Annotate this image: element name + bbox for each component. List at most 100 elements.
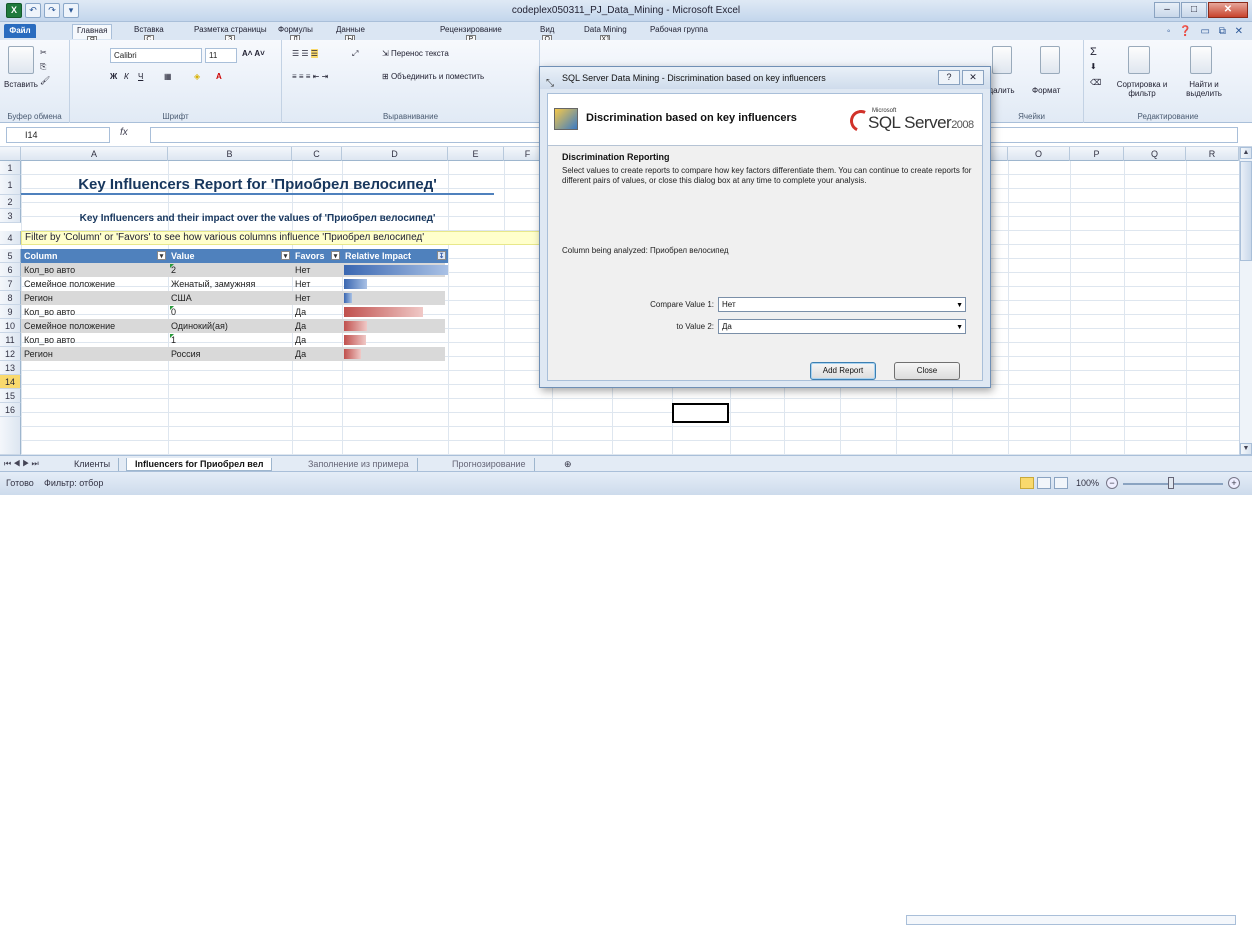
vertical-scrollbar[interactable]: ▲ ▼ — [1239, 147, 1252, 455]
paste-button[interactable]: Вставить — [4, 80, 38, 89]
cell-column[interactable]: Регион — [21, 291, 168, 305]
page-break-view-icon[interactable] — [1054, 477, 1068, 489]
insert-sheet-icon[interactable]: ⊕ — [556, 458, 580, 471]
cell-value[interactable]: 1 — [168, 333, 292, 347]
row-header[interactable]: 16 — [0, 403, 21, 417]
cell-value[interactable]: Женатый, замужняя — [168, 277, 292, 291]
bold-icon[interactable]: Ж — [110, 72, 117, 81]
font-name-select[interactable]: Calibri — [110, 48, 202, 63]
row-header[interactable]: 3 — [0, 209, 21, 223]
find-select-button[interactable]: Найти и выделить — [1176, 80, 1232, 98]
insert-function-icon[interactable]: fx — [120, 127, 128, 138]
row-header[interactable]: 5 — [0, 249, 21, 263]
format-button[interactable]: Формат — [1032, 86, 1060, 95]
scroll-up-icon[interactable]: ▲ — [1240, 147, 1252, 159]
column-header[interactable]: D — [342, 147, 448, 161]
cut-icon[interactable]: ✂ — [40, 48, 47, 57]
cell-favors[interactable]: Да — [292, 347, 342, 361]
column-header[interactable]: A — [21, 147, 168, 161]
row-header[interactable]: 1 — [0, 175, 21, 195]
cell-favors[interactable]: Да — [292, 319, 342, 333]
column-header[interactable]: O — [1008, 147, 1070, 161]
column-header[interactable]: E — [448, 147, 504, 161]
merge-center-button[interactable]: ⊞ Объединить и поместить — [382, 72, 484, 81]
fill-color-icon[interactable]: ◈ — [194, 72, 200, 81]
tab-file[interactable]: Файл — [4, 24, 36, 38]
font-size-select[interactable]: 11 — [205, 48, 237, 63]
row-header[interactable]: 1 — [0, 161, 21, 175]
fill-icon[interactable]: ⬇ — [1090, 62, 1097, 71]
select-all-button[interactable] — [0, 147, 21, 161]
cell-favors[interactable]: Да — [292, 305, 342, 319]
sort-descending-icon[interactable]: ↧ — [437, 251, 446, 260]
column-header[interactable]: P — [1070, 147, 1124, 161]
cell-favors[interactable]: Нет — [292, 277, 342, 291]
normal-view-icon[interactable] — [1020, 477, 1034, 489]
align-top-icon[interactable]: ☰ ☰ ☰ — [292, 49, 318, 58]
grow-font-icon[interactable]: A˄ A˅ — [242, 49, 265, 58]
borders-icon[interactable]: ▦ — [164, 72, 172, 81]
copy-icon[interactable]: ⎘ — [40, 62, 46, 72]
row-header[interactable]: 2 — [0, 195, 21, 209]
close-button[interactable]: Close — [894, 362, 960, 380]
close-window-button[interactable]: ✕ — [1208, 2, 1248, 18]
sheet-tab[interactable]: Прогнозирование — [444, 458, 535, 471]
add-report-button[interactable]: Add Report — [810, 362, 876, 380]
cell-value[interactable]: 2 — [168, 263, 292, 277]
column-header[interactable]: R — [1186, 147, 1239, 161]
cell-favors[interactable]: Нет — [292, 291, 342, 305]
format-painter-icon[interactable]: 🖌 — [40, 76, 50, 85]
paste-icon[interactable] — [8, 46, 34, 74]
cell-value[interactable]: США — [168, 291, 292, 305]
filter-dropdown-icon[interactable]: ▾ — [281, 251, 290, 260]
sheet-tab[interactable]: Заполнение из примера — [300, 458, 418, 471]
maximize-button[interactable]: □ — [1181, 2, 1207, 18]
sort-filter-icon[interactable] — [1128, 46, 1150, 74]
row-header[interactable]: 6 — [0, 263, 21, 277]
font-color-icon[interactable]: A — [216, 72, 222, 81]
row-header[interactable]: 11 — [0, 333, 21, 347]
cell-value[interactable]: 0 — [168, 305, 292, 319]
row-header[interactable]: 12 — [0, 347, 21, 361]
cell-favors[interactable]: Нет — [292, 263, 342, 277]
row-header[interactable]: 9 — [0, 305, 21, 319]
cell-column[interactable]: Кол_во авто — [21, 263, 168, 277]
minimize-button[interactable]: – — [1154, 2, 1180, 18]
cell-column[interactable]: Кол_во авто — [21, 333, 168, 347]
clear-icon[interactable]: ⌫ — [1090, 78, 1101, 87]
column-header[interactable]: Q — [1124, 147, 1186, 161]
zoom-slider-thumb[interactable] — [1168, 477, 1174, 489]
delete-cells-icon[interactable] — [992, 46, 1012, 74]
zoom-in-icon[interactable]: + — [1228, 477, 1240, 489]
cell-value[interactable]: Россия — [168, 347, 292, 361]
align-left-icon[interactable]: ≡ ≡ ≡ ⇤ ⇥ — [292, 72, 328, 81]
to-value-select[interactable]: Да ▼ — [718, 319, 966, 334]
scroll-down-icon[interactable]: ▼ — [1240, 443, 1252, 455]
selected-cell-I14[interactable] — [672, 403, 729, 423]
compare-value-select[interactable]: Нет ▼ — [718, 297, 966, 312]
column-header[interactable]: B — [168, 147, 292, 161]
filter-dropdown-icon[interactable]: ▾ — [331, 251, 340, 260]
cell-column[interactable]: Семейное положение — [21, 277, 168, 291]
orientation-icon[interactable]: ⤢ — [352, 49, 358, 59]
format-cells-icon[interactable] — [1040, 46, 1060, 74]
help-icon[interactable]: ◦ ❓ ▭ ⧉ ✕ — [1167, 26, 1246, 37]
horizontal-scrollbar[interactable] — [906, 915, 1236, 925]
row-header[interactable]: 15 — [0, 389, 21, 403]
page-layout-view-icon[interactable] — [1037, 477, 1051, 489]
sheet-tab-active[interactable]: Influencers for Приобрел вел — [126, 458, 273, 471]
cell-column[interactable]: Кол_во авто — [21, 305, 168, 319]
underline-icon[interactable]: Ч — [138, 72, 143, 81]
sheet-tab[interactable]: Клиенты — [66, 458, 120, 471]
row-header[interactable]: 13 — [0, 361, 21, 375]
row-header[interactable]: 10 — [0, 319, 21, 333]
row-header[interactable]: 4 — [0, 231, 21, 245]
italic-icon[interactable]: К — [124, 72, 129, 81]
filter-dropdown-icon[interactable]: ▾ — [157, 251, 166, 260]
sort-filter-button[interactable]: Сортировка и фильтр — [1114, 80, 1170, 98]
dialog-close-icon[interactable]: ✕ — [962, 70, 984, 85]
autosum-icon[interactable]: Σ — [1090, 46, 1097, 58]
zoom-out-icon[interactable]: − — [1106, 477, 1118, 489]
row-header-selected[interactable]: 14 — [0, 375, 21, 389]
wrap-text-button[interactable]: ⇲ Перенос текста — [382, 49, 449, 58]
